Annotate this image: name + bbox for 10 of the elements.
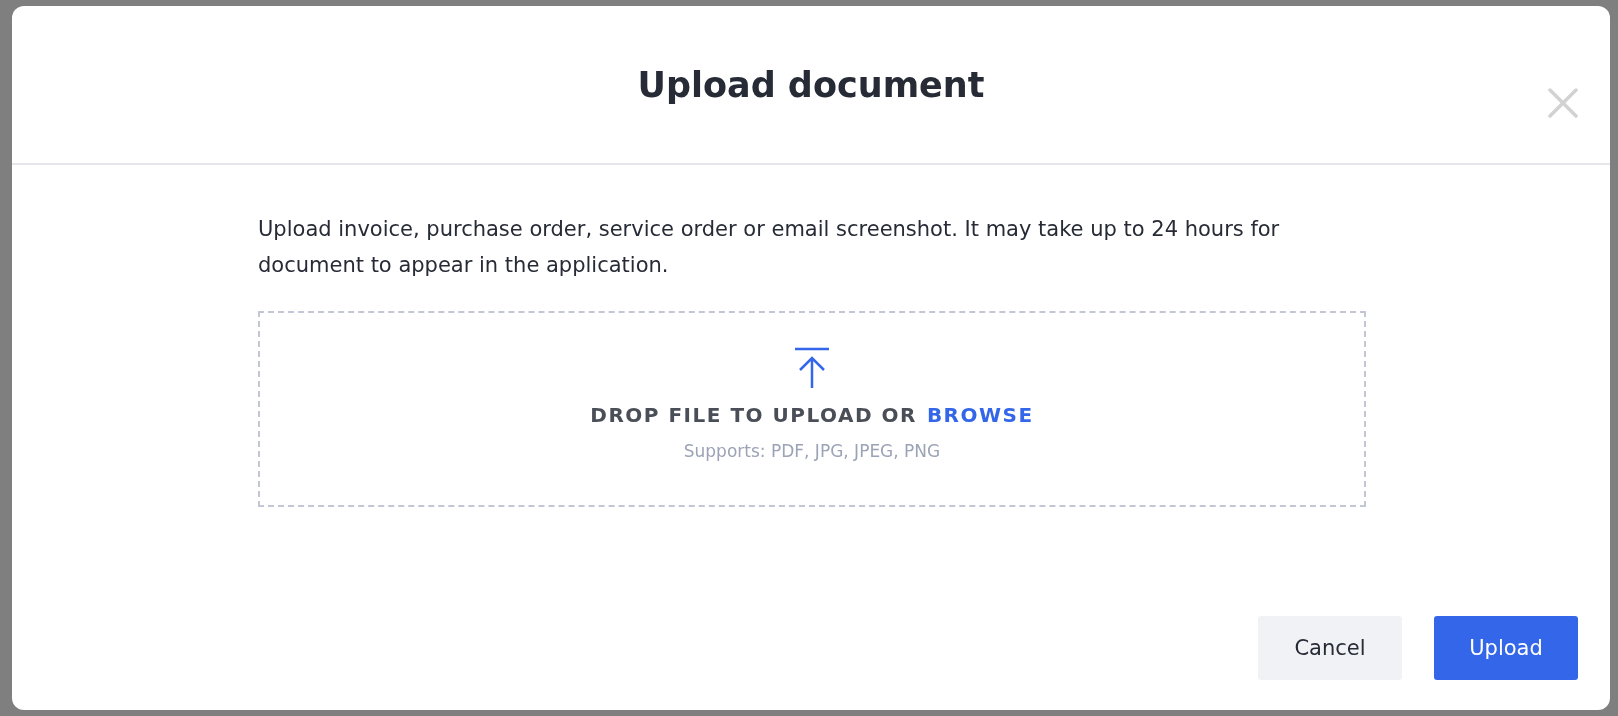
close-icon[interactable] [1548, 88, 1578, 118]
dialog-title: Upload document [637, 64, 985, 105]
description-text: Upload invoice, purchase order, service order or email screenshot. It may take up to 24 hours for document to appear in the application. [258, 216, 1281, 279]
drop-zone[interactable]: DROP FILE TO UPLOAD OR BROWSE Supports: PDF, JPG, JPEG, PNG [258, 311, 1366, 507]
upload-icon [793, 347, 831, 389]
supported-formats-text: Supports: PDF, JPG, JPEG, PNG [683, 441, 941, 461]
drop-prompt-text: DROP FILE TO UPLOAD OR [590, 403, 917, 427]
upload-button[interactable]: Upload [1434, 616, 1578, 680]
browse-link[interactable]: BROWSE [926, 403, 1034, 427]
cancel-button[interactable]: Cancel [1258, 616, 1402, 680]
